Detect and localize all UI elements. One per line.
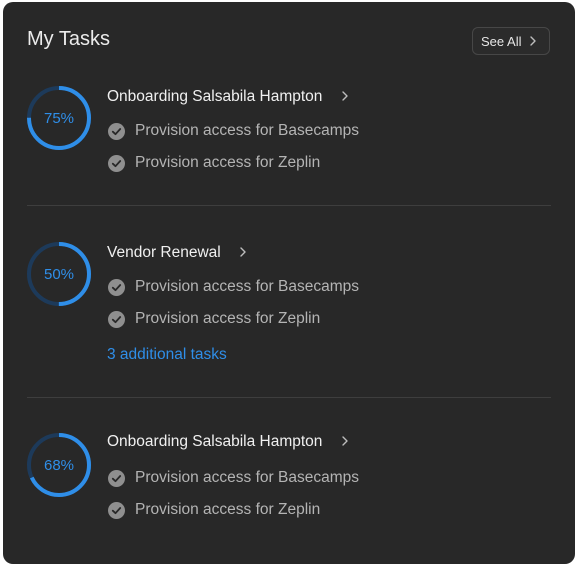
chevron-right-icon — [240, 247, 246, 257]
task-title: Onboarding Salsabila Hampton — [107, 433, 323, 450]
subtask-label: Provision access for Basecamps — [135, 469, 359, 486]
subtask-label: Provision access for Basecamps — [135, 278, 359, 295]
progress-ring: 75% — [25, 84, 93, 152]
subtask-label: Provision access for Zeplin — [135, 310, 321, 327]
check-circle-icon — [108, 310, 125, 328]
check-circle-icon — [108, 469, 125, 487]
check-circle-icon — [108, 122, 125, 140]
my-tasks-card: My Tasks See All 75% Onboarding Salsabil… — [3, 2, 575, 564]
see-all-button[interactable]: See All — [472, 27, 550, 55]
subtask-item: Provision access for Zeplin — [108, 154, 320, 172]
subtask-item: Provision access for Basecamps — [108, 278, 359, 296]
subtask-label: Provision access for Zeplin — [135, 154, 321, 171]
progress-percent: 75% — [43, 109, 75, 127]
progress-percent: 68% — [43, 456, 75, 474]
chevron-right-icon — [530, 36, 536, 46]
task-title: Onboarding Salsabila Hampton — [107, 88, 323, 105]
chevron-right-icon — [342, 436, 348, 446]
check-circle-icon — [108, 154, 125, 172]
check-circle-icon — [108, 278, 125, 296]
card-title: My Tasks — [27, 28, 110, 50]
divider — [27, 397, 551, 398]
progress-ring: 68% — [25, 431, 93, 499]
task-title-link[interactable]: Vendor Renewal — [107, 244, 247, 262]
subtask-item: Provision access for Basecamps — [108, 469, 359, 487]
subtask-item: Provision access for Zeplin — [108, 310, 320, 328]
subtask-item: Provision access for Basecamps — [108, 122, 359, 140]
subtask-item: Provision access for Zeplin — [108, 501, 320, 519]
subtask-label: Provision access for Zeplin — [135, 501, 321, 518]
divider — [27, 205, 551, 206]
subtask-label: Provision access for Basecamps — [135, 122, 359, 139]
task-title: Vendor Renewal — [107, 244, 221, 261]
progress-ring: 50% — [25, 240, 93, 308]
task-title-link[interactable]: Onboarding Salsabila Hampton — [107, 88, 349, 106]
see-all-label: See All — [481, 33, 522, 49]
check-circle-icon — [108, 501, 125, 519]
progress-percent: 50% — [43, 265, 75, 283]
chevron-right-icon — [342, 91, 348, 101]
additional-tasks-link[interactable]: 3 additional tasks — [107, 346, 227, 364]
task-title-link[interactable]: Onboarding Salsabila Hampton — [107, 433, 349, 451]
